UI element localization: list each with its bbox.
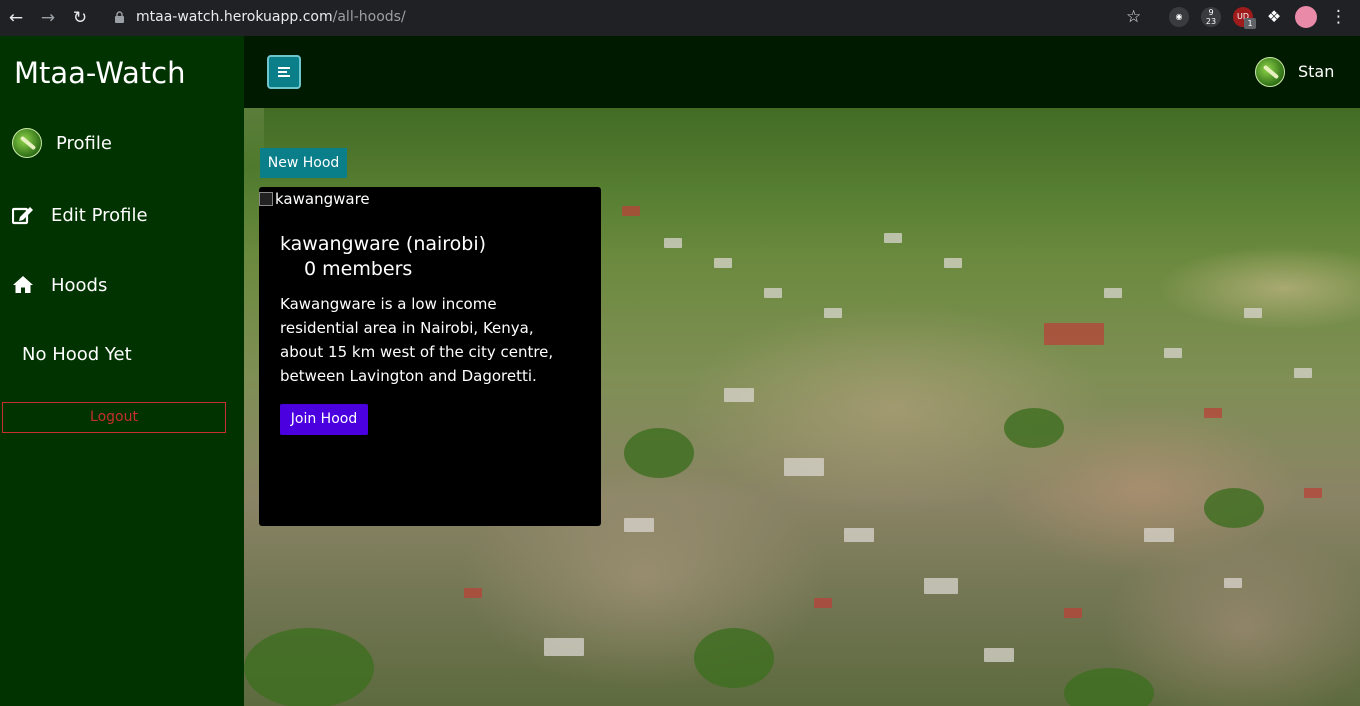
sidebar-item-edit-profile[interactable]: Edit Profile: [12, 204, 148, 226]
browser-menu-icon[interactable]: ⋮: [1330, 7, 1347, 27]
sidebar-item-profile[interactable]: Profile: [12, 128, 112, 158]
back-icon[interactable]: ←: [5, 7, 27, 29]
profile-avatar-icon[interactable]: [1295, 6, 1317, 28]
sidebar-toggle-button[interactable]: [267, 55, 301, 89]
browser-toolbar: ← → ↻ mtaa-watch.herokuapp.com/all-hoods…: [0, 0, 1360, 36]
user-avatar[interactable]: [1255, 57, 1285, 87]
edit-icon: [12, 207, 33, 225]
sidebar: Mtaa-Watch Profile Edit Profile Hoods No…: [0, 36, 244, 706]
top-navbar: Stan: [244, 36, 1360, 108]
extension-counter-icon[interactable]: 9 23: [1201, 7, 1221, 27]
sidebar-item-hoods[interactable]: Hoods: [12, 274, 107, 296]
url-text: mtaa-watch.herokuapp.com/all-hoods/: [136, 9, 406, 25]
logout-button[interactable]: Logout: [2, 402, 226, 433]
user-name[interactable]: Stan: [1298, 62, 1334, 81]
hood-image: kawangware: [259, 190, 370, 208]
profile-avatar: [12, 128, 42, 158]
hood-title: kawangware (nairobi): [280, 233, 487, 255]
hood-card: kawangware kawangware (nairobi) 0 member…: [259, 187, 601, 526]
bookmark-star-icon[interactable]: ☆: [1126, 6, 1141, 28]
hood-image-alt: kawangware: [275, 190, 370, 208]
sidebar-item-no-hood: No Hood Yet: [22, 344, 132, 365]
extension-counter-bottom: 23: [1205, 17, 1217, 26]
brand-title[interactable]: Mtaa-Watch: [14, 56, 186, 90]
address-bar[interactable]: mtaa-watch.herokuapp.com/all-hoods/: [102, 4, 1160, 32]
lock-icon: [115, 11, 124, 23]
broken-image-icon: [259, 192, 273, 206]
extension-glasses-icon[interactable]: ◉: [1169, 7, 1189, 27]
url-path: /all-hoods/: [332, 9, 406, 25]
sidebar-item-label: Profile: [56, 132, 112, 154]
home-icon: [13, 276, 33, 293]
sidebar-item-label: Edit Profile: [51, 204, 148, 226]
sidebar-item-label: Hoods: [51, 274, 108, 296]
forward-icon[interactable]: →: [37, 7, 59, 29]
reload-icon[interactable]: ↻: [69, 7, 91, 29]
join-hood-button[interactable]: Join Hood: [280, 404, 368, 435]
extension-counter-top: 9: [1208, 8, 1214, 17]
url-host: mtaa-watch.herokuapp.com: [136, 9, 333, 25]
sidebar-item-label: No Hood Yet: [22, 344, 132, 365]
extensions-puzzle-icon[interactable]: ❖: [1264, 7, 1284, 27]
extension-badge: 1: [1244, 18, 1256, 29]
new-hood-button[interactable]: New Hood: [260, 148, 347, 178]
hood-description: Kawangware is a low income residential a…: [280, 295, 554, 385]
hood-members: 0 members: [304, 258, 413, 280]
